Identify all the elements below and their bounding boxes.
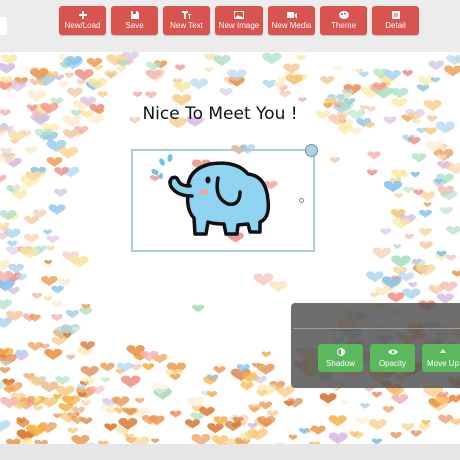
new-image-label: New Image: [218, 21, 260, 30]
toolbar-left-stub: [0, 17, 7, 35]
save-button[interactable]: Save: [111, 6, 158, 35]
move-up-label: Move Up: [426, 359, 459, 368]
new-text-button[interactable]: New Text: [163, 6, 210, 35]
new-media-button[interactable]: New Media: [268, 6, 315, 35]
eye-icon: [387, 349, 398, 355]
theme-label: Theme: [331, 21, 356, 30]
top-toolbar: New/Load Save New Text New Image New Med…: [0, 0, 460, 52]
new-load-button[interactable]: New/Load: [59, 6, 106, 35]
move-up-button[interactable]: Move Up: [422, 344, 460, 372]
note-icon: [391, 11, 400, 19]
canvas-title-text[interactable]: Nice To Meet You !: [0, 104, 440, 124]
panel-divider: [293, 328, 460, 329]
save-icon: [130, 11, 139, 19]
save-label: Save: [125, 21, 144, 30]
new-text-label: New Text: [170, 21, 203, 30]
plus-icon: [78, 11, 87, 19]
video-icon: [286, 12, 297, 19]
canvas-bottom-strip: [0, 444, 460, 460]
detail-button[interactable]: Detail: [372, 6, 419, 35]
detail-label: Detail: [385, 21, 406, 30]
rotate-handle[interactable]: [305, 144, 318, 157]
elephant-image: [151, 154, 271, 236]
text-icon: [182, 11, 191, 19]
half-circle-icon: [336, 348, 345, 356]
new-media-label: New Media: [271, 21, 312, 30]
theme-button[interactable]: Theme: [320, 6, 367, 35]
image-icon: [234, 11, 244, 19]
arrow-up-icon: [440, 349, 446, 353]
new-load-label: New/Load: [64, 21, 101, 30]
new-image-button[interactable]: New Image: [215, 6, 263, 35]
palette-icon: [338, 11, 349, 19]
shadow-button[interactable]: Shadow: [318, 344, 363, 372]
resize-handle[interactable]: [299, 198, 304, 203]
opacity-label: Opacity: [378, 359, 407, 368]
opacity-button[interactable]: Opacity: [370, 344, 415, 372]
shadow-label: Shadow: [326, 359, 355, 368]
